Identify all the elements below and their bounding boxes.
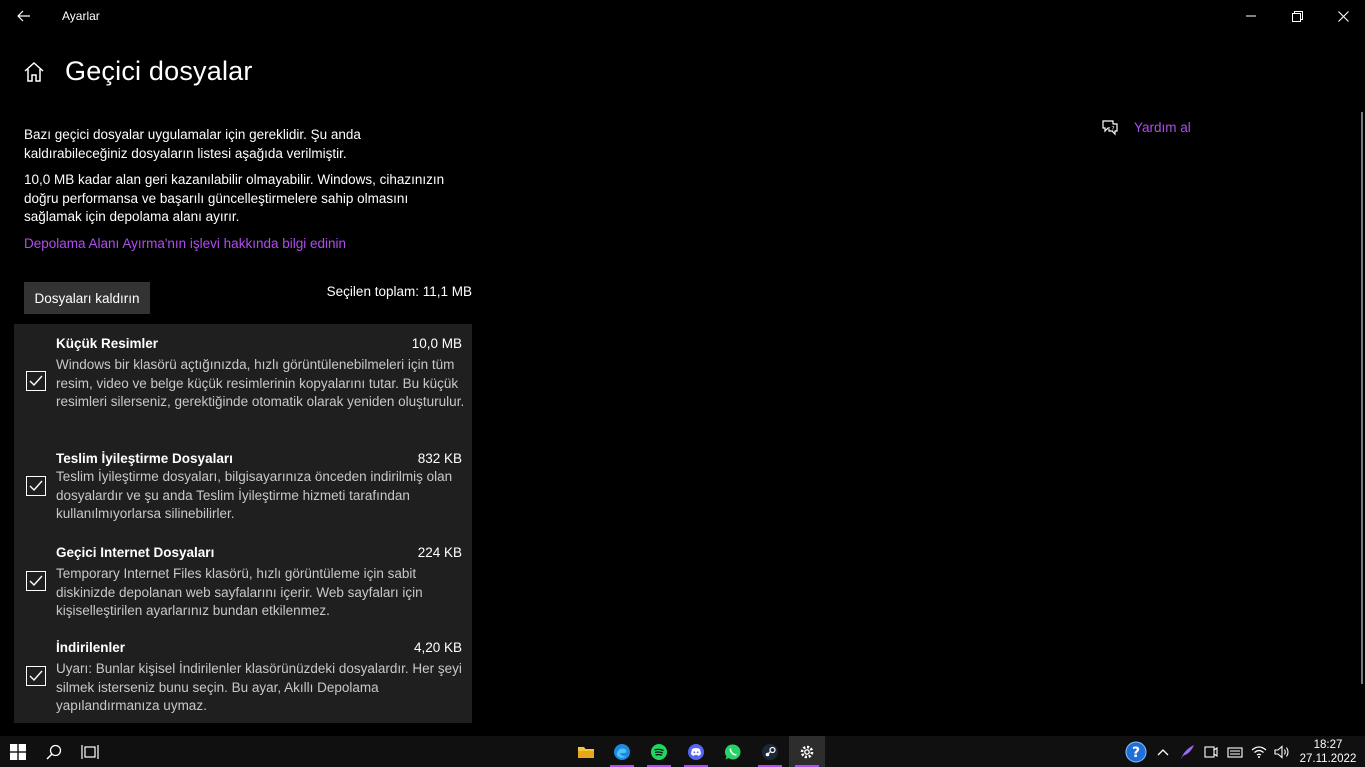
search-button[interactable] (36, 736, 72, 767)
taskbar-whatsapp[interactable] (715, 736, 751, 767)
task-view-button[interactable] (72, 736, 108, 767)
show-hidden-icons-button[interactable] (1152, 736, 1174, 767)
item-description: Temporary Internet Files klasörü, hızlı … (56, 566, 423, 618)
whatsapp-icon (724, 743, 741, 759)
wifi-icon (1251, 745, 1267, 758)
back-button[interactable] (8, 4, 40, 28)
page-title: Geçici dosyalar (65, 56, 253, 86)
tray-volume[interactable] (1271, 736, 1293, 767)
checkmark-icon (29, 480, 43, 492)
tray-help[interactable]: ? (1124, 736, 1148, 767)
home-button[interactable] (22, 60, 46, 84)
file-explorer-icon (578, 746, 594, 758)
restore-button[interactable] (1274, 0, 1320, 32)
tray-app[interactable] (1176, 736, 1198, 767)
description-text: Bazı geçici dosyalar uygulamalar için ge… (24, 127, 361, 161)
speaker-icon (1274, 744, 1289, 759)
checkmark-icon (29, 375, 43, 387)
settings-icon (800, 745, 814, 758)
tray-camera[interactable] (1200, 736, 1222, 767)
item-size: 224 KB (417, 545, 462, 560)
learn-reserved-storage-link[interactable]: Depolama Alanı Ayırma'nın işlevi hakkınd… (24, 236, 346, 251)
item-name: İndirilenler (56, 640, 126, 655)
item-size: 832 KB (417, 451, 462, 466)
edge-icon (614, 743, 630, 760)
chevron-up-icon (1157, 748, 1169, 755)
checkbox-downloads[interactable] (26, 666, 46, 686)
windows-icon (10, 743, 26, 760)
feather-icon (1181, 744, 1194, 759)
item-size: 10,0 MB (411, 336, 462, 351)
steam-icon (762, 743, 778, 760)
restore-icon (1291, 10, 1303, 22)
temp-files-list: Küçük Resimler 10,0 MB Windows bir klasö… (14, 324, 472, 723)
tray-network[interactable] (1248, 736, 1270, 767)
checkmark-icon (29, 670, 43, 682)
taskbar-settings[interactable] (789, 736, 825, 767)
item-name: Geçici Internet Dosyaları (56, 545, 215, 560)
item-description: Teslim İyileştirme dosyaları, bilgisayar… (56, 469, 453, 521)
window-title: Ayarlar (62, 9, 100, 23)
item-description: Windows bir klasörü açtığınızda, hızlı g… (56, 357, 465, 409)
help-chat-icon: ? (1102, 120, 1118, 136)
taskbar-discord[interactable] (678, 736, 714, 767)
svg-text:?: ? (1111, 126, 1114, 133)
title-bar: Ayarlar (0, 0, 1365, 32)
discord-icon (688, 743, 704, 760)
close-icon (1337, 10, 1349, 22)
get-help-link[interactable]: ? Yardım al (1100, 117, 1191, 137)
keyboard-icon (1227, 746, 1243, 758)
back-arrow-icon (17, 10, 30, 22)
item-name: Küçük Resimler (56, 336, 159, 351)
taskbar: ? 18:27 27.11.2022 (0, 736, 1365, 767)
taskbar-edge[interactable] (604, 736, 640, 767)
close-button[interactable] (1320, 0, 1365, 32)
search-icon (46, 744, 62, 760)
help-circle-icon: ? (1125, 741, 1147, 762)
taskbar-spotify[interactable] (641, 736, 677, 767)
item-description: Uyarı: Bunlar kişisel İndirilenler klasö… (56, 661, 462, 713)
svg-text:?: ? (1132, 745, 1140, 761)
scrollbar[interactable] (1361, 112, 1363, 684)
tray-ime[interactable] (1224, 736, 1246, 767)
home-icon (24, 61, 44, 82)
remove-files-button[interactable]: Dosyaları kaldırın (24, 282, 150, 314)
item-size: 4,20 KB (413, 640, 462, 655)
reserved-storage-text: 10,0 MB kadar alan geri kazanılabilir ol… (24, 172, 445, 224)
taskbar-steam[interactable] (752, 736, 788, 767)
checkbox-delivery-optimization[interactable] (26, 476, 46, 496)
start-button[interactable] (0, 736, 36, 767)
spotify-icon (651, 743, 667, 760)
checkmark-icon (29, 575, 43, 587)
selected-total: Seçilen toplam: 11,1 MB (326, 284, 472, 299)
checkbox-temporary-internet-files[interactable] (26, 571, 46, 591)
get-help-label: Yardım al (1134, 119, 1191, 135)
checkbox-thumbnails[interactable] (26, 371, 46, 391)
task-view-icon (81, 744, 99, 759)
clock-time: 18:27 (1313, 739, 1343, 751)
camera-icon (1204, 745, 1218, 758)
clock-date: 27.11.2022 (1299, 753, 1357, 765)
taskbar-clock[interactable]: 18:27 27.11.2022 (1296, 738, 1360, 766)
taskbar-file-explorer[interactable] (568, 736, 604, 767)
minimize-button[interactable] (1228, 0, 1274, 32)
minimize-icon (1246, 15, 1256, 17)
item-name: Teslim İyileştirme Dosyaları (56, 451, 233, 466)
